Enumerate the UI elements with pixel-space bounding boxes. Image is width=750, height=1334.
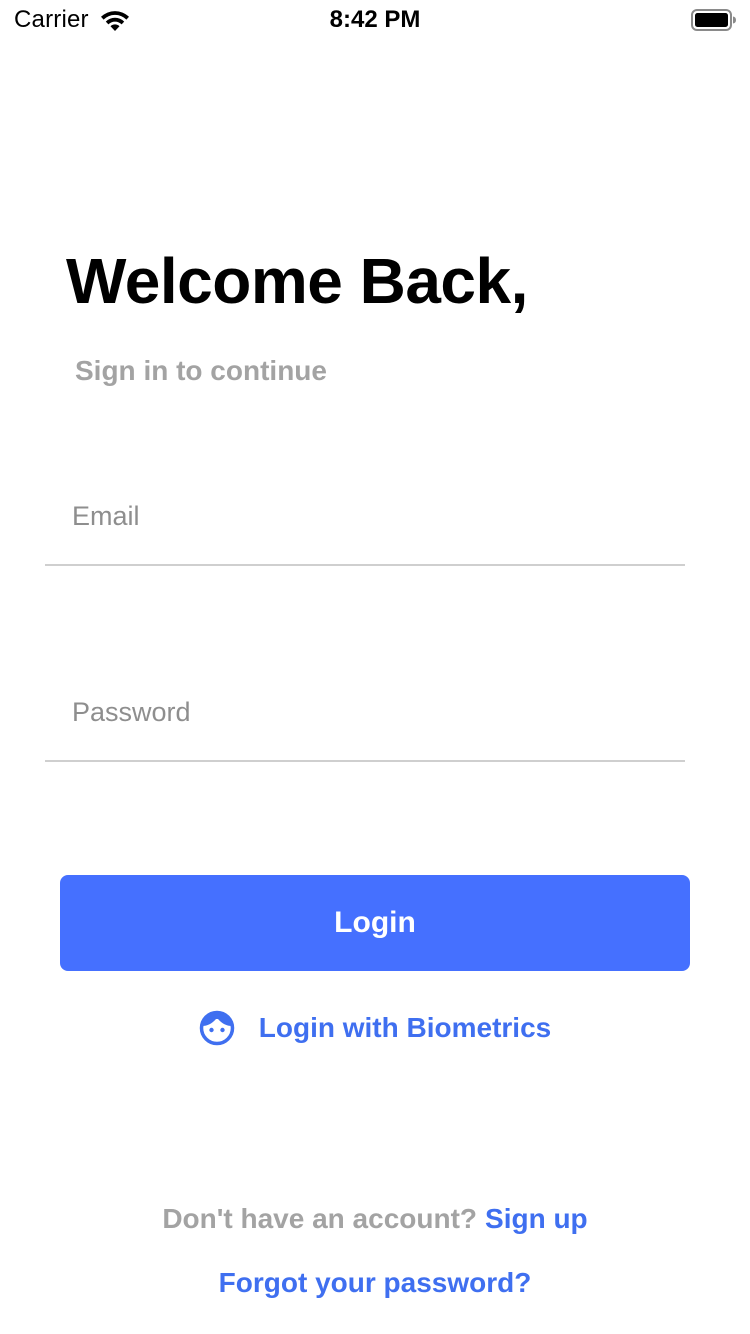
signup-row: Don't have an account? Sign up — [0, 1203, 750, 1235]
login-button-label: Login — [334, 906, 416, 939]
login-with-biometrics-button[interactable]: Login with Biometrics — [0, 1008, 750, 1048]
password-field[interactable] — [72, 690, 672, 734]
page-title: Welcome Back, — [66, 245, 528, 317]
status-bar: Carrier 8:42 PM — [0, 0, 750, 40]
signup-prompt: Don't have an account? — [162, 1203, 478, 1234]
page-subtitle: Sign in to continue — [75, 355, 327, 386]
login-button[interactable]: Login — [60, 875, 690, 971]
battery-icon — [691, 9, 736, 31]
password-field-container — [45, 690, 685, 762]
email-field[interactable] — [72, 494, 672, 538]
biometrics-label: Login with Biometrics — [258, 1012, 552, 1043]
status-time: 8:42 PM — [329, 6, 421, 33]
forgot-password-link[interactable]: Forgot your password? — [0, 1267, 750, 1299]
signup-link[interactable]: Sign up — [485, 1203, 588, 1234]
email-field-container — [45, 494, 685, 566]
login-screen: Carrier 8:42 PM Welcome Back, Sign in to… — [0, 0, 750, 1334]
face-id-icon — [199, 1010, 235, 1046]
